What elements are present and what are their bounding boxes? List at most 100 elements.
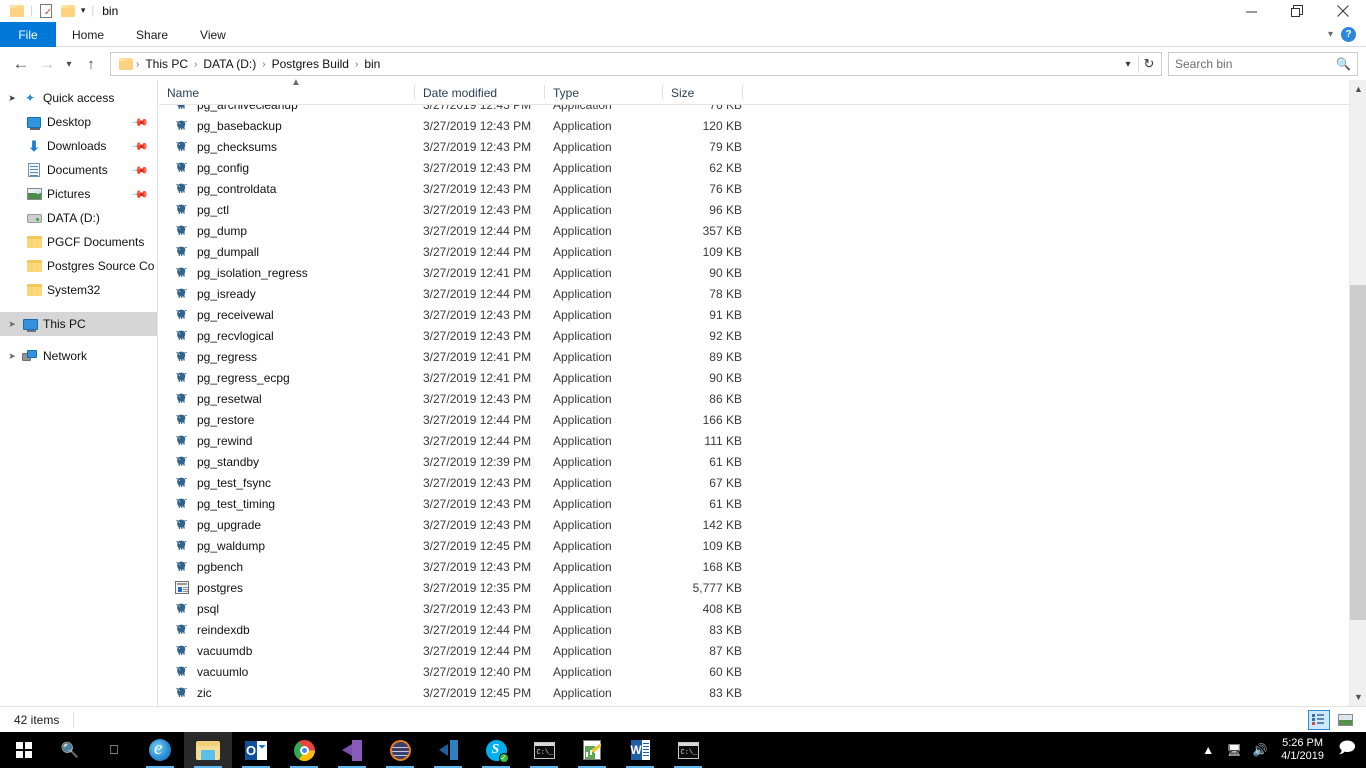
tab-file[interactable]: File bbox=[0, 22, 56, 47]
customize-caret-icon[interactable]: ▾ bbox=[79, 5, 90, 18]
scroll-up-icon[interactable]: ▲ bbox=[1350, 80, 1366, 98]
forward-icon[interactable]: → bbox=[34, 51, 60, 77]
table-row[interactable]: pg_test_fsync3/27/2019 12:43 PMApplicati… bbox=[159, 472, 1366, 493]
sidebar-item-system32[interactable]: System32 bbox=[0, 278, 157, 302]
table-row[interactable]: pg_dump3/27/2019 12:44 PMApplication357 … bbox=[159, 220, 1366, 241]
table-row[interactable]: pg_upgrade3/27/2019 12:43 PMApplication1… bbox=[159, 514, 1366, 535]
volume-icon[interactable]: 🔊 bbox=[1247, 732, 1273, 768]
table-row[interactable]: vacuumlo3/27/2019 12:40 PMApplication60 … bbox=[159, 661, 1366, 682]
breadcrumb-item-postgres-build[interactable]: Postgres Build bbox=[267, 57, 354, 71]
taskbar-app-command-prompt-2[interactable]: C:\_ bbox=[664, 732, 712, 768]
sidebar-item-network[interactable]: ➤ Network bbox=[0, 344, 157, 368]
task-view-button[interactable]: ⎕ bbox=[92, 732, 136, 768]
column-header-type[interactable]: Type bbox=[545, 79, 663, 104]
taskbar-app-vscode[interactable] bbox=[424, 732, 472, 768]
table-row[interactable]: pg_waldump3/27/2019 12:45 PMApplication1… bbox=[159, 535, 1366, 556]
table-row[interactable]: zic3/27/2019 12:45 PMApplication83 KB bbox=[159, 682, 1366, 703]
thumbnail-view-button[interactable] bbox=[1334, 710, 1356, 730]
table-row[interactable]: postgres3/27/2019 12:35 PMApplication5,7… bbox=[159, 577, 1366, 598]
chevron-right-icon[interactable]: ➤ bbox=[4, 319, 20, 330]
pin-icon[interactable]: 📌 bbox=[131, 161, 150, 180]
chevron-down-icon[interactable]: ➤ bbox=[4, 93, 20, 104]
table-row[interactable]: pgbench3/27/2019 12:43 PMApplication168 … bbox=[159, 556, 1366, 577]
table-row[interactable]: pg_resetwal3/27/2019 12:43 PMApplication… bbox=[159, 388, 1366, 409]
folder-icon[interactable] bbox=[6, 0, 28, 22]
back-icon[interactable]: ← bbox=[8, 51, 34, 77]
search-box[interactable]: Search bin 🔍 bbox=[1168, 52, 1358, 76]
sidebar-item-data-d[interactable]: DATA (D:) bbox=[0, 206, 157, 230]
clock[interactable]: 5:26 PM 4/1/2019 bbox=[1273, 737, 1332, 763]
pin-icon[interactable]: 📌 bbox=[131, 113, 150, 132]
column-header-date-modified[interactable]: Date modified bbox=[415, 79, 545, 104]
table-row[interactable]: pg_basebackup3/27/2019 12:43 PMApplicati… bbox=[159, 115, 1366, 136]
address-bar[interactable]: › This PC › DATA (D:) › Postgres Build ›… bbox=[110, 52, 1162, 76]
table-row[interactable]: pg_isolation_regress3/27/2019 12:41 PMAp… bbox=[159, 262, 1366, 283]
file-rows-viewport[interactable]: pg_archivecleanup3/27/2019 12:43 PMAppli… bbox=[159, 105, 1366, 706]
taskbar-app-command-prompt-1[interactable]: C:\_ bbox=[520, 732, 568, 768]
taskbar-app-word[interactable]: W bbox=[616, 732, 664, 768]
taskbar-app-visual-studio[interactable] bbox=[328, 732, 376, 768]
taskbar-app-skype[interactable]: S✓ bbox=[472, 732, 520, 768]
chevron-right-icon[interactable]: ➤ bbox=[4, 351, 20, 362]
table-row[interactable]: pg_dumpall3/27/2019 12:44 PMApplication1… bbox=[159, 241, 1366, 262]
taskbar-app-internet-explorer[interactable] bbox=[136, 732, 184, 768]
properties-icon[interactable]: ✓ bbox=[35, 0, 57, 22]
taskbar-app-outlook[interactable]: O bbox=[232, 732, 280, 768]
sidebar-item-downloads[interactable]: ⬇ Downloads 📌 bbox=[0, 134, 157, 158]
sidebar-item-pictures[interactable]: Pictures 📌 bbox=[0, 182, 157, 206]
table-row[interactable]: pg_test_timing3/27/2019 12:43 PMApplicat… bbox=[159, 493, 1366, 514]
close-button[interactable] bbox=[1320, 0, 1366, 22]
sidebar-item-desktop[interactable]: Desktop 📌 bbox=[0, 110, 157, 134]
sidebar-item-quick-access[interactable]: ➤ ✦ Quick access bbox=[0, 86, 157, 110]
network-icon[interactable]: 🖥 bbox=[1221, 732, 1247, 768]
table-row[interactable]: pg_ctl3/27/2019 12:43 PMApplication96 KB bbox=[159, 199, 1366, 220]
taskbar-app-pgadmin[interactable] bbox=[376, 732, 424, 768]
table-row[interactable]: pg_regress_ecpg3/27/2019 12:41 PMApplica… bbox=[159, 367, 1366, 388]
pin-icon[interactable]: 📌 bbox=[131, 137, 150, 156]
table-row[interactable]: pg_config3/27/2019 12:43 PMApplication62… bbox=[159, 157, 1366, 178]
breadcrumb-item-data-d[interactable]: DATA (D:) bbox=[198, 57, 261, 71]
show-hidden-icons-icon[interactable]: ▲ bbox=[1195, 732, 1221, 768]
previous-locations-icon[interactable]: ▾ bbox=[1118, 53, 1138, 75]
sidebar-item-pgcf-documents[interactable]: PGCF Documents bbox=[0, 230, 157, 254]
start-button[interactable] bbox=[0, 732, 48, 768]
table-row[interactable]: pg_controldata3/27/2019 12:43 PMApplicat… bbox=[159, 178, 1366, 199]
table-row[interactable]: pg_standby3/27/2019 12:39 PMApplication6… bbox=[159, 451, 1366, 472]
sidebar-item-postgres-source-code[interactable]: Postgres Source Co bbox=[0, 254, 157, 278]
breadcrumb-item-this-pc[interactable]: This PC bbox=[140, 57, 193, 71]
sidebar-item-this-pc[interactable]: ➤ This PC bbox=[0, 312, 157, 336]
restore-button[interactable] bbox=[1274, 0, 1320, 22]
table-row[interactable]: reindexdb3/27/2019 12:44 PMApplication83… bbox=[159, 619, 1366, 640]
taskbar-search-button[interactable]: 🔍 bbox=[48, 732, 92, 768]
refresh-icon[interactable]: ↻ bbox=[1139, 53, 1159, 75]
table-row[interactable]: pg_regress3/27/2019 12:41 PMApplication8… bbox=[159, 346, 1366, 367]
taskbar-app-editor[interactable] bbox=[568, 732, 616, 768]
table-row[interactable]: vacuumdb3/27/2019 12:44 PMApplication87 … bbox=[159, 640, 1366, 661]
pin-icon[interactable]: 📌 bbox=[131, 185, 150, 204]
column-header-name[interactable]: ▲ Name bbox=[159, 79, 415, 104]
sidebar-item-documents[interactable]: Documents 📌 bbox=[0, 158, 157, 182]
vertical-scrollbar[interactable]: ▲ ▼ bbox=[1349, 80, 1366, 706]
tab-share[interactable]: Share bbox=[120, 22, 184, 47]
table-row[interactable]: pg_checksums3/27/2019 12:43 PMApplicatio… bbox=[159, 136, 1366, 157]
taskbar-app-chrome[interactable] bbox=[280, 732, 328, 768]
search-icon[interactable]: 🔍 bbox=[1336, 57, 1351, 71]
up-icon[interactable]: ↑ bbox=[78, 51, 104, 77]
table-row[interactable]: psql3/27/2019 12:43 PMApplication408 KB bbox=[159, 598, 1366, 619]
details-view-button[interactable] bbox=[1308, 710, 1330, 730]
action-center-icon[interactable]: 🗩 bbox=[1332, 732, 1362, 768]
help-icon[interactable]: ? bbox=[1341, 27, 1356, 42]
table-row[interactable]: pg_receivewal3/27/2019 12:43 PMApplicati… bbox=[159, 304, 1366, 325]
scroll-down-icon[interactable]: ▼ bbox=[1350, 688, 1366, 706]
table-row[interactable]: pg_recvlogical3/27/2019 12:43 PMApplicat… bbox=[159, 325, 1366, 346]
table-row[interactable]: pg_restore3/27/2019 12:44 PMApplication1… bbox=[159, 409, 1366, 430]
scrollbar-thumb[interactable] bbox=[1350, 285, 1366, 620]
tab-home[interactable]: Home bbox=[56, 22, 120, 47]
table-row[interactable]: pg_isready3/27/2019 12:44 PMApplication7… bbox=[159, 283, 1366, 304]
column-header-size[interactable]: Size bbox=[663, 79, 743, 104]
tab-view[interactable]: View bbox=[184, 22, 242, 47]
search-input[interactable]: Search bin bbox=[1175, 57, 1336, 71]
table-row[interactable]: pg_rewind3/27/2019 12:44 PMApplication11… bbox=[159, 430, 1366, 451]
chevron-down-icon[interactable]: ▾ bbox=[1328, 29, 1333, 40]
breadcrumb-item-bin[interactable]: bin bbox=[359, 57, 385, 71]
